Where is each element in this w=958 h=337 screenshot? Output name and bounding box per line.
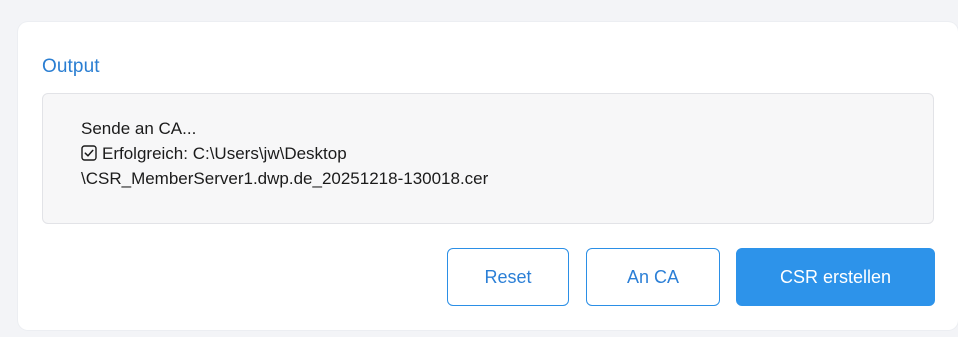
log-line-success-text: Erfolgreich: C:\Users\jw\Desktop xyxy=(102,144,347,163)
log-line-sending: Sende an CA... xyxy=(81,119,197,138)
checkbox-checked-icon xyxy=(81,143,97,161)
log-line-filepath: \CSR_MemberServer1.dwp.de_20251218-13001… xyxy=(81,169,489,188)
send-to-ca-button[interactable]: An CA xyxy=(586,248,720,306)
log-line-success: Erfolgreich: C:\Users\jw\Desktop xyxy=(81,141,933,166)
section-title-output: Output xyxy=(42,56,100,77)
create-csr-button[interactable]: CSR erstellen xyxy=(736,248,935,306)
output-card: Output Sende an CA... Erfolgreich: C:\Us… xyxy=(18,22,958,330)
reset-button[interactable]: Reset xyxy=(447,248,569,306)
output-log: Sende an CA... Erfolgreich: C:\Users\jw\… xyxy=(42,93,934,224)
